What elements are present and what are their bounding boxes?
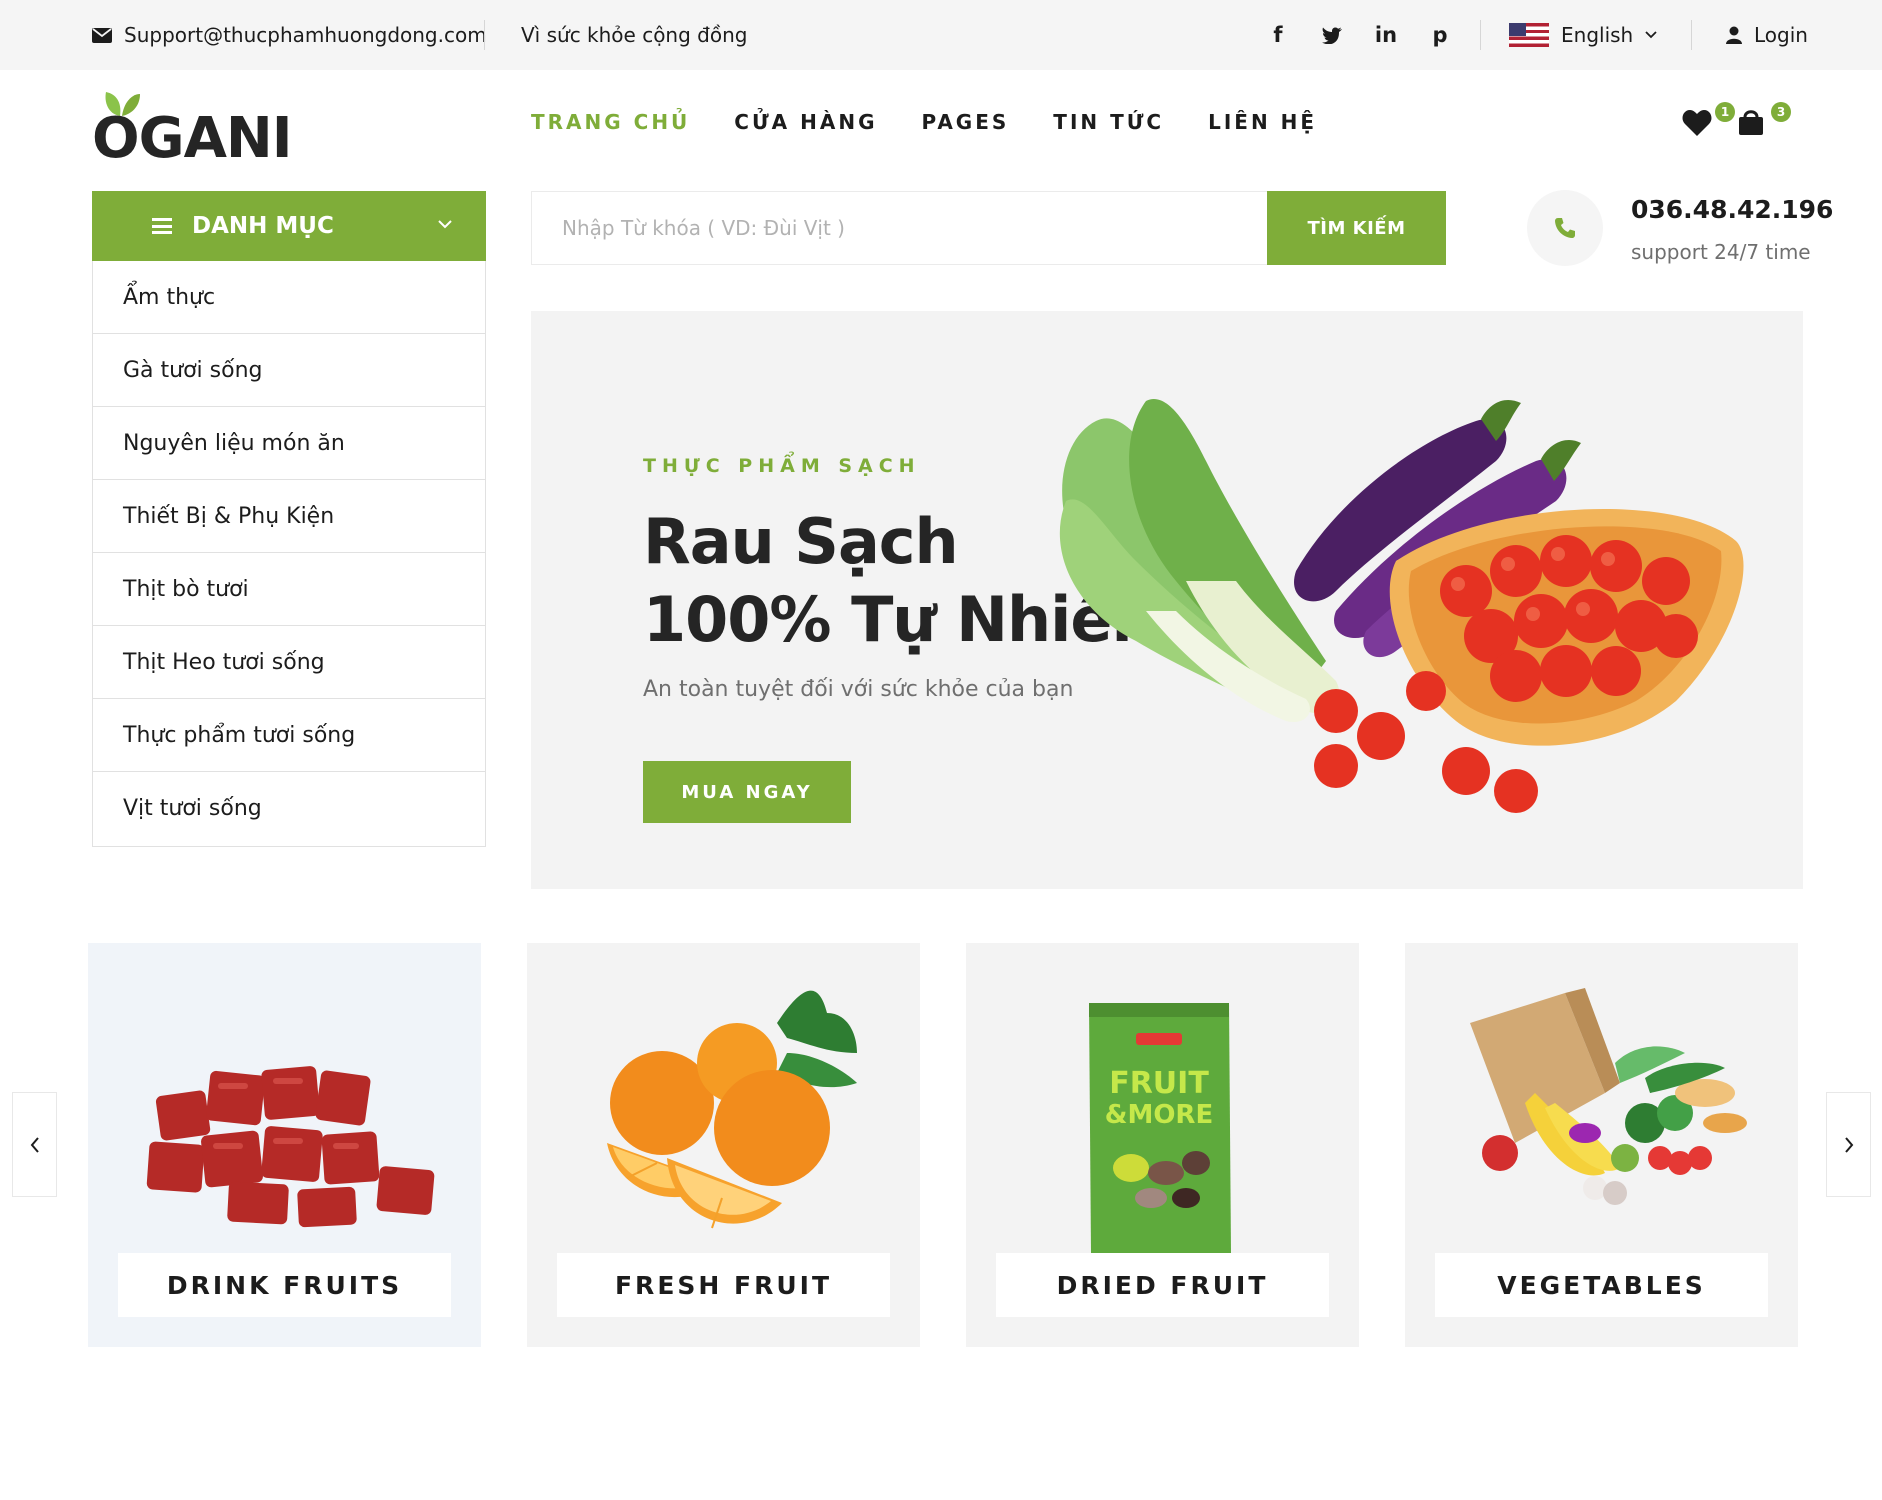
chevron-right-icon (1844, 1136, 1853, 1153)
us-flag-icon (1509, 23, 1549, 47)
search-form: TÌM KIẾM (531, 191, 1446, 265)
svg-text:&MORE: &MORE (1105, 1100, 1213, 1130)
chevron-left-icon (30, 1136, 39, 1153)
heart-icon (1682, 110, 1712, 136)
search-button[interactable]: TÌM KIẾM (1267, 191, 1446, 265)
search-input[interactable] (532, 192, 1267, 264)
category-card[interactable]: DRINK FRUITS (88, 943, 481, 1347)
hero-description: An toàn tuyệt đối với sức khỏe của bạn (643, 677, 1074, 702)
bok-choy-icon (1059, 399, 1340, 722)
chevron-down-icon (1645, 31, 1657, 39)
category-item[interactable]: Ẩm thực (93, 261, 485, 334)
cart-count-badge: 3 (1771, 102, 1791, 122)
login-label: Login (1754, 23, 1808, 47)
category-title: DANH MỤC (192, 213, 334, 239)
nav-home[interactable]: TRANG CHỦ (531, 110, 690, 134)
hero-vegetables-image (1059, 399, 1744, 813)
category-card-label: DRINK FRUITS (118, 1253, 451, 1317)
divider (484, 20, 485, 50)
category-toggle[interactable]: DANH MỤC (92, 191, 486, 261)
phone-icon (1527, 190, 1603, 266)
cart-button[interactable] (1737, 108, 1765, 140)
linkedin-icon[interactable]: in (1374, 23, 1398, 47)
oranges-icon (607, 990, 857, 1229)
pinterest-icon[interactable]: p (1428, 23, 1452, 47)
carousel-prev-button[interactable] (12, 1092, 57, 1197)
package-text: FRUIT (1109, 1066, 1209, 1101)
divider (1691, 20, 1692, 50)
header-icons: 1 3 (1682, 102, 1792, 144)
top-bar: Support@thucphamhuongdong.com Vì sức khỏ… (0, 0, 1882, 70)
category-card-label: FRESH FRUIT (557, 1253, 890, 1317)
buy-now-button[interactable]: MUA NGAY (643, 761, 851, 823)
language-selector[interactable]: English (1509, 0, 1657, 70)
logo-text: OGANI (92, 106, 293, 171)
login-link[interactable]: Login (1726, 0, 1808, 70)
support-hours: support 24/7 time (1631, 240, 1811, 264)
chevron-down-icon (438, 220, 452, 229)
menu-icon (152, 218, 172, 234)
nav-contact[interactable]: LIÊN HỆ (1208, 110, 1317, 134)
envelope-icon (92, 27, 112, 43)
category-item[interactable]: Nguyên liệu món ăn (93, 407, 485, 480)
category-item[interactable]: Thịt bò tươi (93, 553, 485, 626)
category-card[interactable]: VEGETABLES (1405, 943, 1798, 1347)
dried-fruit-bag-icon: FRUIT &MORE (1089, 1003, 1231, 1253)
twitter-icon[interactable] (1320, 23, 1344, 47)
nav-news[interactable]: TIN TỨC (1053, 110, 1164, 134)
carousel-next-button[interactable] (1826, 1092, 1871, 1197)
logo[interactable]: OGANI (92, 88, 293, 171)
category-item[interactable]: Gà tươi sống (93, 334, 485, 407)
social-links: f in p (1266, 0, 1452, 70)
category-card-label: VEGETABLES (1435, 1253, 1768, 1317)
grocery-bag-icon (1470, 988, 1747, 1205)
category-card[interactable]: FRUIT &MORE DRIED FRUIT (966, 943, 1359, 1347)
category-card[interactable]: FRESH FRUIT (527, 943, 920, 1347)
category-item[interactable]: Thực phẩm tươi sống (93, 699, 485, 772)
user-icon (1726, 26, 1742, 44)
category-item[interactable]: Vịt tươi sống (93, 772, 485, 845)
wishlist-count-badge: 1 (1715, 102, 1735, 122)
language-label: English (1561, 23, 1634, 47)
nav-shop[interactable]: CỬA HÀNG (734, 110, 877, 134)
phone-number[interactable]: 036.48.42.196 (1631, 195, 1833, 224)
category-card-label: DRIED FRUIT (996, 1253, 1329, 1317)
category-item[interactable]: Thiết Bị & Phụ Kiện (93, 480, 485, 553)
slogan: Vì sức khỏe cộng đồng (521, 23, 748, 47)
wishlist-button[interactable] (1682, 110, 1712, 140)
category-item[interactable]: Thịt Heo tươi sống (93, 626, 485, 699)
category-list: Ẩm thực Gà tươi sống Nguyên liệu món ăn … (92, 261, 486, 847)
support-email-text: Support@thucphamhuongdong.com (124, 23, 487, 47)
divider (1480, 20, 1481, 50)
facebook-icon[interactable]: f (1266, 23, 1290, 47)
hero-banner: THỰC PHẨM SẠCH Rau Sạch 100% Tự Nhiên An… (531, 311, 1803, 889)
shopping-bag-icon (1739, 110, 1763, 135)
nav-pages[interactable]: PAGES (922, 110, 1010, 134)
support-email[interactable]: Support@thucphamhuongdong.com (92, 0, 487, 70)
hero-kicker: THỰC PHẨM SẠCH (643, 455, 921, 477)
main-nav: TRANG CHỦ CỬA HÀNG PAGES TIN TỨC LIÊN HỆ (531, 110, 1317, 134)
beef-cubes-icon (146, 1066, 435, 1228)
